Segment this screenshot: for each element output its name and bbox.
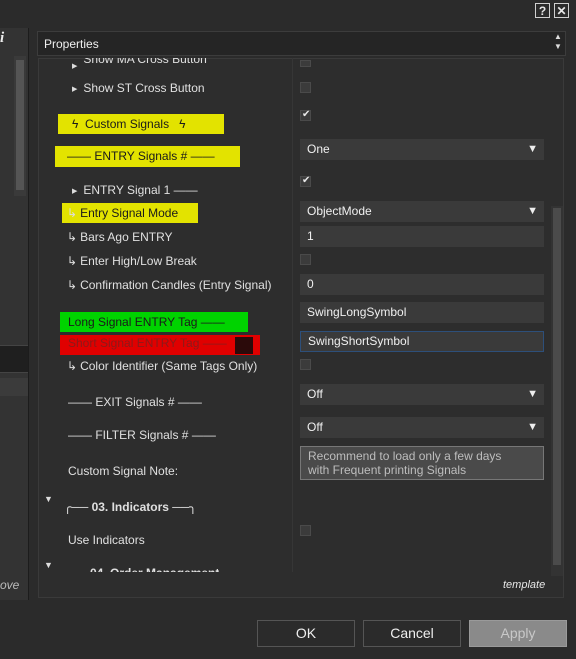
row-entry-signals-count[interactable]: —— ENTRY Signals # —— xyxy=(55,146,240,167)
show-st-checkbox[interactable] xyxy=(300,82,311,93)
entry-signal-1-checkbox[interactable] xyxy=(300,175,311,187)
hook-arrow-icon: ↳ xyxy=(67,206,78,220)
row-short-signal-tag[interactable]: Short Signal ENTRY Tag —— xyxy=(60,335,260,355)
hook-arrow-icon: ↳ xyxy=(67,254,78,268)
confirmation-candles-input[interactable]: 0 xyxy=(300,274,544,295)
chevron-down-icon: ▼ xyxy=(527,205,538,217)
row-bars-ago-entry[interactable]: ↳ Bars Ago ENTRY xyxy=(67,230,173,244)
properties-title: Properties xyxy=(44,37,99,51)
left-panel-text: ove xyxy=(0,578,20,592)
chevron-down-icon: ▼ xyxy=(527,143,538,155)
collapse-triangle-icon[interactable]: ▼ xyxy=(44,494,53,504)
entry-signals-dropdown[interactable]: One ▼ xyxy=(300,139,544,160)
short-signal-tag-input[interactable]: SwingShortSymbol xyxy=(300,331,544,352)
show-ma-checkbox[interactable] xyxy=(300,60,311,67)
row-entry-signal-1[interactable]: ▶ ENTRY Signal 1 —— xyxy=(72,183,198,197)
row-custom-signals[interactable]: ϟ Custom Signals ϟ xyxy=(58,114,224,134)
hook-arrow-icon: ↳ xyxy=(67,278,78,292)
color-identifier-checkbox[interactable] xyxy=(300,359,311,370)
row-enter-high-low[interactable]: ↳ Enter High/Low Break xyxy=(67,254,197,268)
lightning-icon: ϟ xyxy=(175,117,186,131)
long-signal-tag-input[interactable]: SwingLongSymbol xyxy=(300,302,544,323)
expand-arrow-icon: ▶ xyxy=(72,63,78,69)
ok-button[interactable]: OK xyxy=(257,620,355,647)
row-show-ma-cross[interactable]: ▶Show MA Cross Button xyxy=(72,58,207,69)
chevron-down-icon: ▼ xyxy=(527,421,538,433)
row-long-signal-tag[interactable]: Long Signal ENTRY Tag —— xyxy=(60,312,248,332)
hook-arrow-icon: ↳ xyxy=(67,359,78,373)
enter-high-low-checkbox[interactable] xyxy=(300,254,311,265)
color-swatch xyxy=(235,337,253,354)
custom-signal-note-textbox[interactable]: Recommend to load only a few days with F… xyxy=(300,446,544,480)
collapse-triangle-icon[interactable]: ▼ xyxy=(44,560,53,570)
cancel-button[interactable]: Cancel xyxy=(363,620,461,647)
info-icon[interactable]: i xyxy=(0,30,12,54)
exit-signals-dropdown[interactable]: Off ▼ xyxy=(300,384,544,405)
column-divider xyxy=(292,58,293,572)
footer-template-label: template xyxy=(503,579,546,591)
row-filter-signals[interactable]: —— FILTER Signals # —— xyxy=(68,428,216,442)
entry-signal-mode-dropdown[interactable]: ObjectMode ▼ xyxy=(300,201,544,222)
close-button[interactable]: ✕ xyxy=(554,3,569,18)
use-indicators-checkbox[interactable] xyxy=(300,525,311,536)
section-order-management[interactable]: 04. Order Management xyxy=(90,566,219,572)
title-bar xyxy=(0,0,576,22)
row-custom-signal-note[interactable]: Custom Signal Note: xyxy=(68,464,178,478)
left-panel-bar-secondary xyxy=(0,378,28,396)
expand-arrow-icon: ▶ xyxy=(72,86,78,93)
section-indicators[interactable]: ╭── 03. Indicators ──╮ xyxy=(64,500,197,514)
filter-signals-dropdown[interactable]: Off ▼ xyxy=(300,417,544,438)
header-scroll-arrows-icon[interactable]: ▲ ▼ xyxy=(552,32,564,54)
row-confirmation-candles[interactable]: ↳ Confirmation Candles (Entry Signal) xyxy=(67,278,271,292)
expand-arrow-icon: ▶ xyxy=(72,188,78,195)
grid-scrollbar-thumb[interactable] xyxy=(553,208,561,565)
row-entry-signal-mode[interactable]: ↳ Entry Signal Mode xyxy=(62,203,198,223)
row-show-st-cross[interactable]: ▶ Show ST Cross Button xyxy=(72,81,205,95)
hook-arrow-icon: ↳ xyxy=(67,230,78,244)
custom-signals-checkbox[interactable] xyxy=(300,109,311,121)
lightning-icon: ϟ xyxy=(72,117,79,131)
row-color-identifier[interactable]: ↳ Color Identifier (Same Tags Only) xyxy=(67,359,257,373)
chevron-down-icon: ▼ xyxy=(527,388,538,400)
left-scrollbar-thumb[interactable] xyxy=(16,60,24,190)
bars-ago-entry-input[interactable]: 1 xyxy=(300,226,544,247)
left-panel-bar xyxy=(0,345,28,373)
row-use-indicators[interactable]: Use Indicators xyxy=(68,533,145,547)
row-exit-signals[interactable]: —— EXIT Signals # —— xyxy=(68,395,202,409)
help-button[interactable]: ? xyxy=(535,3,550,18)
properties-header: Properties xyxy=(37,31,566,56)
apply-button[interactable]: Apply xyxy=(469,620,567,647)
